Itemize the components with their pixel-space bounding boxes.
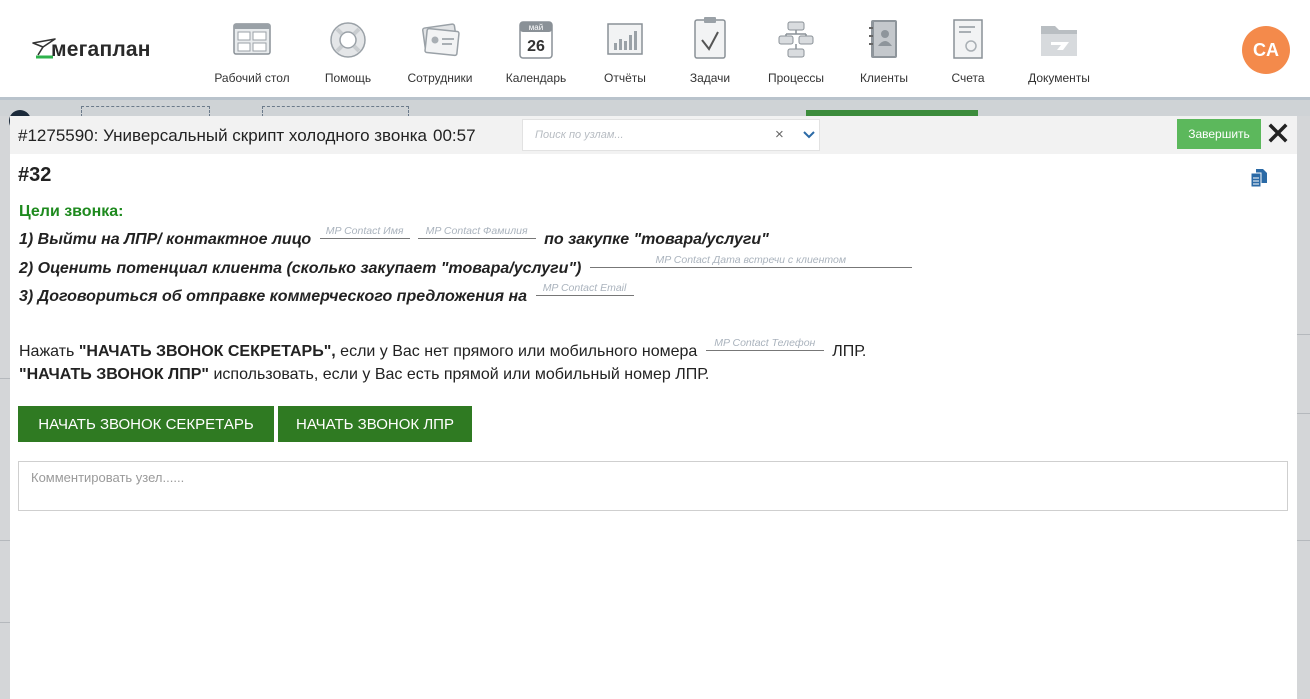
instruction-text: использовать, если у Вас есть прямой или… <box>213 366 710 383</box>
instruction-bold: "НАЧАТЬ ЗВОНОК СЕКРЕТАРЬ", <box>78 343 336 360</box>
modal-header: #1275590: Универсальный скрипт холодного… <box>10 116 1297 154</box>
reports-icon <box>607 23 643 55</box>
documents-icon <box>1041 26 1077 56</box>
close-icon[interactable] <box>1268 123 1288 143</box>
invoices-icon <box>953 19 983 59</box>
start-call-lpr-button[interactable]: НАЧАТЬ ЗВОНОК ЛПР <box>278 406 472 442</box>
background-divider <box>0 378 10 379</box>
logo-text: мегаплан <box>51 38 151 61</box>
background-divider <box>0 540 10 541</box>
clear-search-icon[interactable]: × <box>775 126 784 143</box>
nav-label: Рабочий стол <box>214 71 290 85</box>
background-divider <box>1296 540 1310 541</box>
background-divider <box>0 622 10 623</box>
calendar-day: 26 <box>527 38 545 55</box>
meeting-date-field: MP Contact Дата встречи с клиентом <box>589 254 912 268</box>
call-timer: 00:57 <box>433 126 476 145</box>
instruction-text: если у Вас нет прямого или мобильного но… <box>340 343 698 360</box>
node-comment-input[interactable] <box>18 461 1288 511</box>
nav-label: Задачи <box>689 71 731 85</box>
calendar-month: май <box>529 23 543 32</box>
background-divider <box>1296 334 1310 335</box>
contact-phone-field: MP Contact Телефон <box>705 337 824 351</box>
nav-item-calendar[interactable]: май 26 Календарь <box>491 12 581 92</box>
script-title: #1275590: Универсальный скрипт холодного… <box>18 126 428 145</box>
instruction-bold: "НАЧАТЬ ЗВОНОК ЛПР" <box>19 366 210 383</box>
top-navigation-bar: мегаплан Рабочий стол Помощь Сотрудники … <box>0 0 1310 100</box>
background-divider <box>1296 413 1310 414</box>
calendar-icon: май 26 <box>519 21 553 59</box>
employees-icon <box>421 23 460 57</box>
finish-button[interactable]: Завершить <box>1177 119 1261 149</box>
nav-item-documents[interactable]: Документы <box>1014 12 1104 92</box>
instruction-line-2: "НАЧАТЬ ЗВОНОК ЛПР" использовать, если у… <box>19 366 709 384</box>
modal-title: #1275590: Универсальный скрипт холодного… <box>18 126 476 146</box>
nav-item-employees[interactable]: Сотрудники <box>395 12 485 92</box>
chevron-down-icon[interactable] <box>802 126 816 142</box>
megaplan-logo[interactable]: мегаплан <box>31 33 166 65</box>
nav-label: Процессы <box>767 71 824 85</box>
instruction-line-1: Нажать "НАЧАТЬ ЗВОНОК СЕКРЕТАРЬ", если у… <box>19 337 867 361</box>
copy-icon[interactable] <box>1250 168 1268 188</box>
script-modal: #1275590: Универсальный скрипт холодного… <box>10 116 1297 699</box>
nav-label: Помощь <box>324 71 372 85</box>
goal-text: 3) Договориться об отправке коммерческог… <box>19 288 528 305</box>
contact-email-field: MP Contact Email <box>535 282 634 296</box>
contact-first-name-field: MP Contact Имя <box>319 225 410 239</box>
user-avatar[interactable]: CA <box>1242 26 1290 74</box>
instruction-text: Нажать <box>19 343 75 360</box>
start-call-secretary-button[interactable]: НАЧАТЬ ЗВОНОК СЕКРЕТАРЬ <box>18 406 274 442</box>
call-goals-title: Цели звонка: <box>19 203 124 220</box>
nav-item-clients[interactable]: Клиенты <box>839 12 929 92</box>
nav-item-reports[interactable]: Отчёты <box>580 12 670 92</box>
nav-label: Счета <box>951 71 985 85</box>
goal-text: 2) Оценить потенциал клиента (сколько за… <box>19 260 582 277</box>
node-number: #32 <box>18 164 52 186</box>
node-search-input[interactable] <box>523 120 787 150</box>
goal-line-1: 1) Выйти на ЛПР/ контактное лицо MP Cont… <box>19 225 769 249</box>
clients-icon <box>869 20 897 58</box>
processes-icon <box>778 21 814 58</box>
lifebuoy-icon <box>330 22 366 58</box>
node-search: × <box>522 119 820 151</box>
goal-text: 1) Выйти на ЛПР/ контактное лицо <box>19 231 312 248</box>
goal-text: по закупке "товара/услуги" <box>544 231 769 248</box>
tasks-icon <box>694 17 726 59</box>
nav-label: Календарь <box>505 71 567 85</box>
goal-line-3: 3) Договориться об отправке коммерческог… <box>19 282 638 306</box>
nav-item-processes[interactable]: Процессы <box>751 12 841 92</box>
nav-item-tasks[interactable]: Задачи <box>665 12 755 92</box>
nav-label: Сотрудники <box>407 71 473 85</box>
contact-last-name-field: MP Contact Фамилия <box>417 225 536 239</box>
nav-item-help[interactable]: Помощь <box>303 12 393 92</box>
dashboard-icon <box>233 23 271 55</box>
nav-item-desktop[interactable]: Рабочий стол <box>207 12 297 92</box>
instruction-text: ЛПР. <box>832 343 867 360</box>
nav-label: Документы <box>1028 71 1090 85</box>
goal-line-2: 2) Оценить потенциал клиента (сколько за… <box>19 254 916 278</box>
nav-item-invoices[interactable]: Счета <box>923 12 1013 92</box>
